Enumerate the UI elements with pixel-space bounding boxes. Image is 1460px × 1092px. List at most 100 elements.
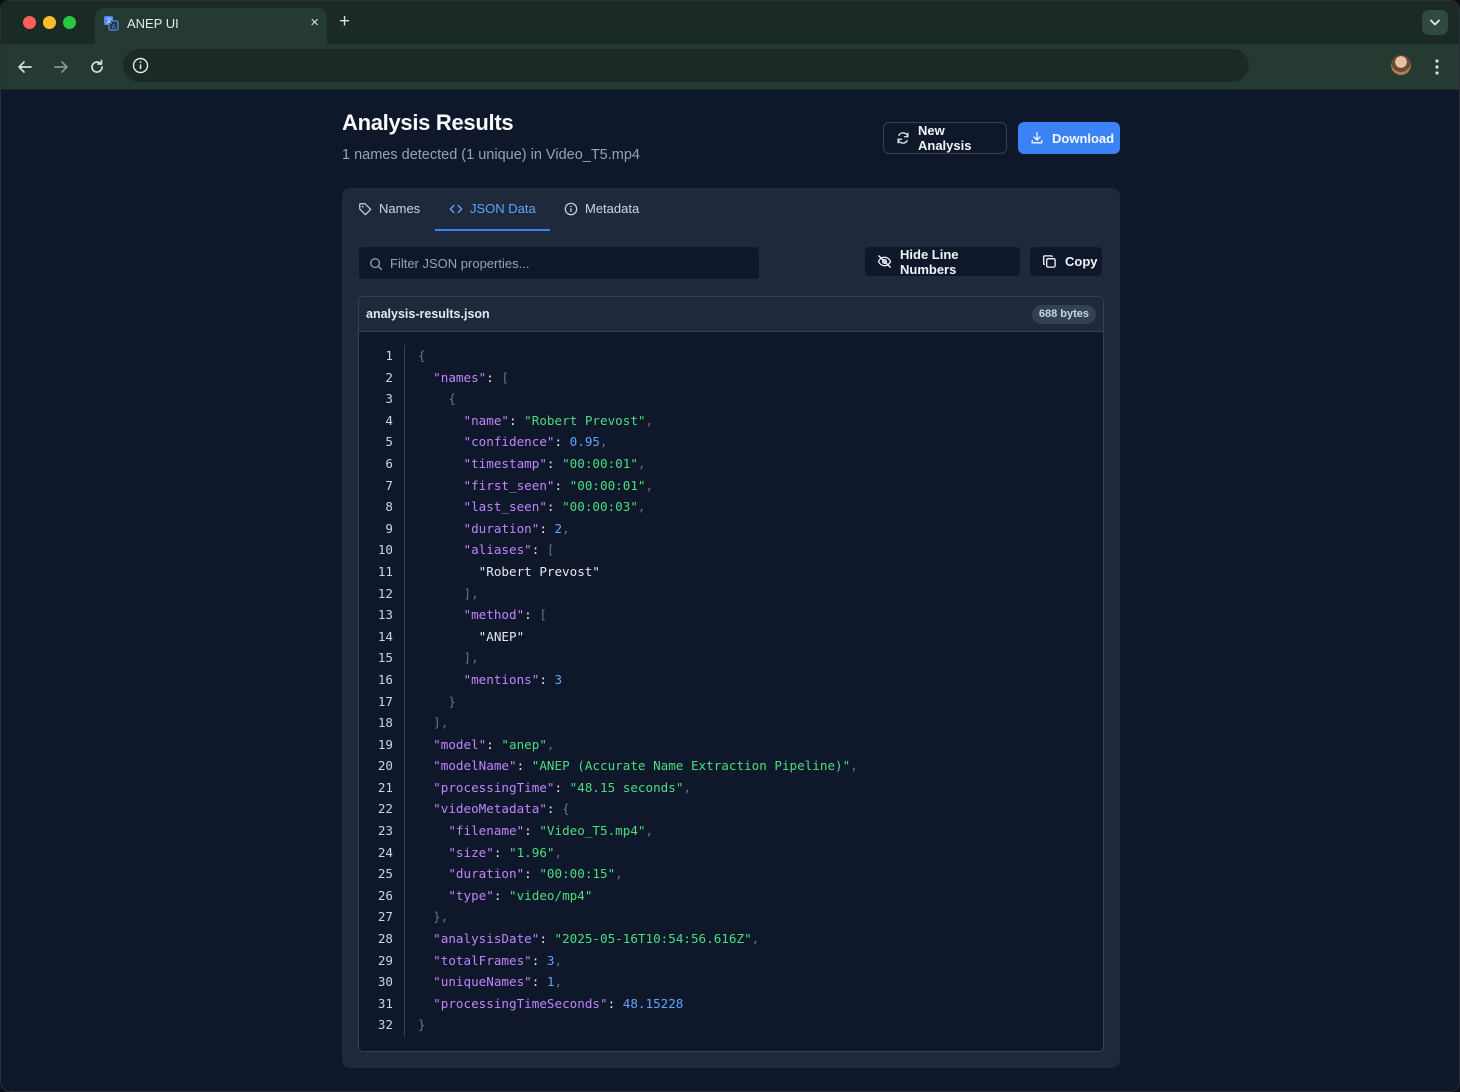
line-number: 2 xyxy=(385,369,393,385)
code-line: 31 "processingTimeSeconds": 48.15228 xyxy=(359,993,1103,1015)
code-text: "name": "Robert Prevost", xyxy=(463,412,654,428)
code-line: 5 "confidence": 0.95, xyxy=(359,431,1103,453)
code-line: 18 ], xyxy=(359,712,1103,734)
code-text: "model": "anep", xyxy=(433,736,555,752)
results-tabs: Names JSON Data Metadata xyxy=(342,188,1120,232)
code-line: 22 "videoMetadata": { xyxy=(359,798,1103,820)
tab-names[interactable]: Names xyxy=(358,201,420,216)
code-text: ], xyxy=(433,715,449,731)
code-line: 12 ], xyxy=(359,583,1103,605)
code-line: 26 "type": "video/mp4" xyxy=(359,885,1103,907)
line-number: 24 xyxy=(377,844,393,860)
forward-icon[interactable] xyxy=(50,56,72,78)
line-number: 16 xyxy=(377,671,393,687)
translate-icon: 文 A xyxy=(104,16,119,31)
code-text: "first_seen": "00:00:01", xyxy=(463,477,654,493)
line-number: 31 xyxy=(377,995,393,1011)
code-text: "filename": "Video_T5.mp4", xyxy=(448,823,654,839)
tab-title: ANEP UI xyxy=(127,16,179,31)
code-line: 28 "analysisDate": "2025-05-16T10:54:56.… xyxy=(359,928,1103,950)
line-number: 4 xyxy=(385,412,393,428)
active-tab-indicator xyxy=(435,229,550,231)
filter-json-input[interactable] xyxy=(390,247,750,279)
copy-label: Copy xyxy=(1065,254,1098,269)
download-label: Download xyxy=(1052,130,1115,146)
code-line: 17 } xyxy=(359,691,1103,713)
code-line: 19 "model": "anep", xyxy=(359,734,1103,756)
line-number: 19 xyxy=(377,736,393,752)
chevron-down-icon xyxy=(1430,19,1440,26)
maximize-window-button[interactable] xyxy=(63,16,76,29)
tab-search-button[interactable] xyxy=(1422,10,1448,35)
line-number: 17 xyxy=(377,693,393,709)
close-tab-icon[interactable]: × xyxy=(310,14,319,31)
line-number: 26 xyxy=(377,887,393,903)
json-viewer: analysis-results.json 688 bytes 1{2 "nam… xyxy=(358,296,1104,1052)
code-line: 7 "first_seen": "00:00:01", xyxy=(359,475,1103,497)
reload-icon[interactable] xyxy=(86,56,108,78)
tab-json-data[interactable]: JSON Data xyxy=(449,201,536,216)
new-tab-button[interactable]: + xyxy=(339,11,350,33)
code-line: 23 "filename": "Video_T5.mp4", xyxy=(359,820,1103,842)
info-icon xyxy=(564,202,578,215)
code-line: 2 "names": [ xyxy=(359,367,1103,389)
more-options-icon[interactable] xyxy=(1429,57,1445,77)
line-number: 18 xyxy=(377,715,393,731)
address-bar[interactable] xyxy=(123,49,1249,82)
new-analysis-button[interactable]: New Analysis xyxy=(883,122,1007,154)
line-number: 23 xyxy=(377,823,393,839)
code-line: 27 }, xyxy=(359,906,1103,928)
code-line: 24 "size": "1.96", xyxy=(359,842,1103,864)
code-text: "processingTimeSeconds": 48.15228 xyxy=(433,995,684,1011)
line-number: 28 xyxy=(377,931,393,947)
line-number: 3 xyxy=(385,391,393,407)
code-line: 8 "last_seen": "00:00:03", xyxy=(359,496,1103,518)
code-text: "ANEP" xyxy=(418,628,525,644)
code-text: "processingTime": "48.15 seconds", xyxy=(433,779,691,795)
site-info-icon[interactable] xyxy=(132,57,149,74)
line-number: 32 xyxy=(377,1017,393,1033)
code-text: { xyxy=(418,348,426,363)
tab-metadata-label: Metadata xyxy=(585,201,640,216)
code-line: 10 "aliases": [ xyxy=(359,539,1103,561)
code-text: } xyxy=(418,1017,426,1033)
code-text: "uniqueNames": 1, xyxy=(433,974,563,990)
line-number: 13 xyxy=(377,607,393,623)
tab-bar: 文 A ANEP UI × + xyxy=(1,1,1459,44)
code-line: 6 "timestamp": "00:00:01", xyxy=(359,453,1103,475)
hide-line-numbers-button[interactable]: Hide Line Numbers xyxy=(864,246,1021,277)
profile-avatar[interactable] xyxy=(1391,55,1411,75)
line-number: 14 xyxy=(377,628,393,644)
code-text: "confidence": 0.95, xyxy=(463,434,608,450)
code-text: "type": "video/mp4" xyxy=(448,887,593,903)
code-text: "names": [ xyxy=(433,369,510,385)
page-content: Analysis Results 1 names detected (1 uni… xyxy=(1,90,1459,1091)
code-line: 4 "name": "Robert Prevost", xyxy=(359,410,1103,432)
browser-tab[interactable]: 文 A ANEP UI × xyxy=(95,8,327,44)
download-button[interactable]: Download xyxy=(1018,122,1120,154)
line-number: 20 xyxy=(377,758,393,774)
line-number: 15 xyxy=(377,650,393,666)
code-icon xyxy=(449,204,463,213)
code-line: 15 ], xyxy=(359,647,1103,669)
back-icon[interactable] xyxy=(14,56,36,78)
code-text: } xyxy=(448,693,456,709)
results-card: Names JSON Data Metadata Hide Line Numb xyxy=(342,188,1120,1068)
code-text: "method": [ xyxy=(463,607,547,623)
json-filter[interactable] xyxy=(358,246,760,280)
new-analysis-label: New Analysis xyxy=(918,123,972,153)
code-text: }, xyxy=(433,909,449,925)
code-text: "modelName": "ANEP (Accurate Name Extrac… xyxy=(433,758,858,774)
line-number: 21 xyxy=(377,779,393,795)
copy-button[interactable]: Copy xyxy=(1029,246,1103,277)
line-number: 6 xyxy=(385,455,393,471)
tab-metadata[interactable]: Metadata xyxy=(564,201,639,216)
close-window-button[interactable] xyxy=(23,16,36,29)
line-number: 12 xyxy=(377,585,393,601)
json-code-body: 1{2 "names": [3 {4 "name": "Robert Prevo… xyxy=(359,345,1103,1036)
code-text: ], xyxy=(463,585,479,601)
line-number: 10 xyxy=(377,542,393,558)
browser-window: 文 A ANEP UI × + Analysis Results 1 names… xyxy=(0,0,1460,1092)
code-line: 3 { xyxy=(359,388,1103,410)
minimize-window-button[interactable] xyxy=(43,16,56,29)
